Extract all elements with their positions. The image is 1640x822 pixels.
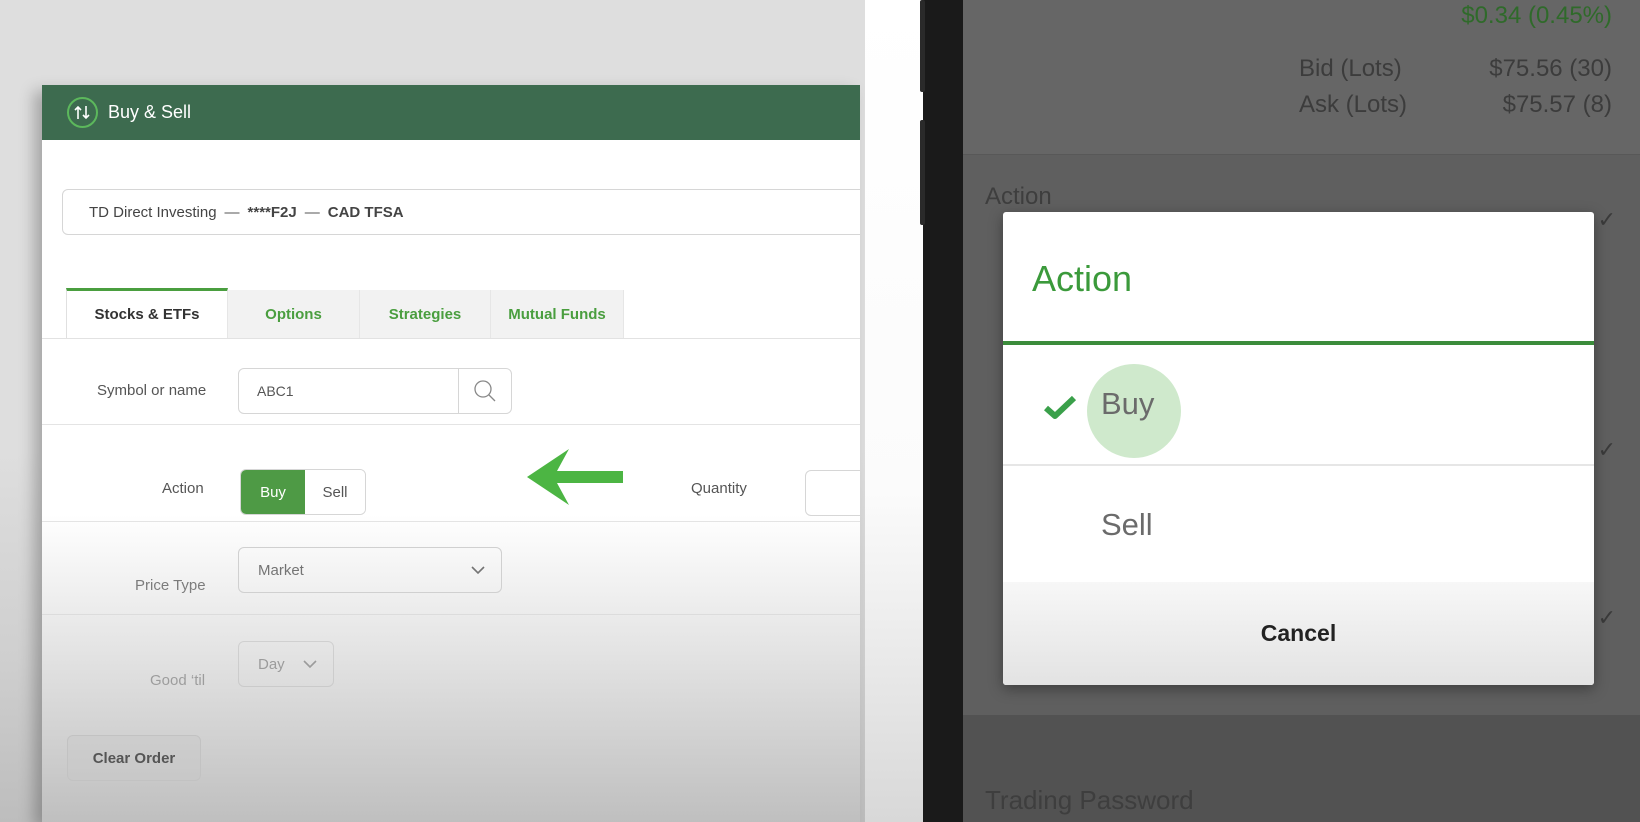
divider-gap — [865, 0, 923, 822]
trading-password-label: Trading Password — [985, 785, 1194, 815]
quantity-label: Quantity — [691, 480, 747, 497]
check-icon: ✓ — [1597, 437, 1616, 462]
option-sell[interactable]: Sell — [1003, 465, 1594, 583]
clear-order-button[interactable]: Clear Order — [67, 735, 201, 781]
tabs-divider — [42, 338, 860, 339]
cancel-button[interactable]: Cancel — [1003, 582, 1594, 685]
price-type-label: Price Type — [135, 577, 206, 594]
action-dialog: Action Buy Sell Cancel — [1003, 212, 1594, 685]
broker-name: TD Direct Investing — [89, 203, 217, 221]
tab-options[interactable]: Options — [228, 290, 360, 338]
tab-mutual-funds[interactable]: Mutual Funds — [491, 290, 624, 338]
cancel-label: Cancel — [1260, 620, 1337, 646]
phone-side-button — [920, 120, 925, 225]
bid-value: $75.56 (30) — [1489, 55, 1612, 82]
search-button[interactable] — [458, 369, 511, 413]
sell-toggle-button[interactable]: Sell — [305, 470, 365, 514]
quantity-input[interactable] — [805, 470, 860, 516]
symbol-value: ABC1 — [257, 383, 294, 399]
product-tabs: Stocks & ETFs Options Strategies Mutual … — [66, 288, 624, 339]
row-divider — [42, 521, 860, 522]
tab-stocks-etfs[interactable]: Stocks & ETFs — [66, 288, 228, 338]
symbol-input[interactable]: ABC1 — [238, 368, 512, 414]
ask-label: Ask (Lots) — [1299, 91, 1408, 118]
chevron-down-icon — [303, 659, 317, 668]
up-down-arrows-icon — [67, 97, 98, 128]
buy-sell-panel: Buy & Sell TD Direct Investing — ****F2J… — [42, 85, 860, 822]
price-type-value: Market — [258, 561, 304, 579]
good-til-select[interactable]: Day — [238, 641, 334, 687]
ask-value: $75.57 (8) — [1502, 91, 1612, 118]
panel-title: Buy & Sell — [108, 102, 192, 122]
bid-label: Bid (Lots) — [1299, 55, 1402, 82]
option-buy-label: Buy — [1101, 386, 1155, 421]
separator: — — [304, 203, 320, 221]
search-icon — [474, 380, 496, 402]
phone-bottom-section: Trading Password — [963, 715, 1640, 822]
option-buy[interactable]: Buy — [1003, 345, 1594, 463]
chevron-down-icon — [471, 565, 485, 574]
good-til-label: Good ‘til — [150, 672, 206, 689]
phone-side-button — [920, 0, 925, 92]
row-divider — [42, 424, 860, 425]
left-arrow-icon — [527, 449, 623, 505]
check-icon: ✓ — [1597, 207, 1616, 232]
good-til-value: Day — [258, 655, 285, 673]
action-field-label: Action — [985, 183, 1052, 210]
symbol-label: Symbol or name — [97, 382, 207, 399]
action-label: Action — [162, 480, 204, 497]
buy-toggle-button[interactable]: Buy — [241, 470, 305, 514]
panel-header: Buy & Sell — [42, 85, 860, 140]
account-type: CAD TFSA — [327, 203, 404, 221]
account-selector[interactable]: TD Direct Investing — ****F2J — CAD TFSA — [62, 189, 860, 235]
tab-strategies[interactable]: Strategies — [360, 290, 491, 338]
separator: — — [224, 203, 240, 221]
action-toggle: Buy Sell — [240, 469, 366, 515]
account-number: ****F2J — [247, 203, 297, 221]
price-type-select[interactable]: Market — [238, 547, 502, 593]
row-divider — [42, 614, 860, 615]
price-change: $0.34 (0.45%) — [1461, 2, 1612, 29]
dialog-title: Action — [1032, 258, 1133, 299]
check-icon: ✓ — [1597, 605, 1616, 630]
option-sell-label: Sell — [1101, 507, 1153, 542]
